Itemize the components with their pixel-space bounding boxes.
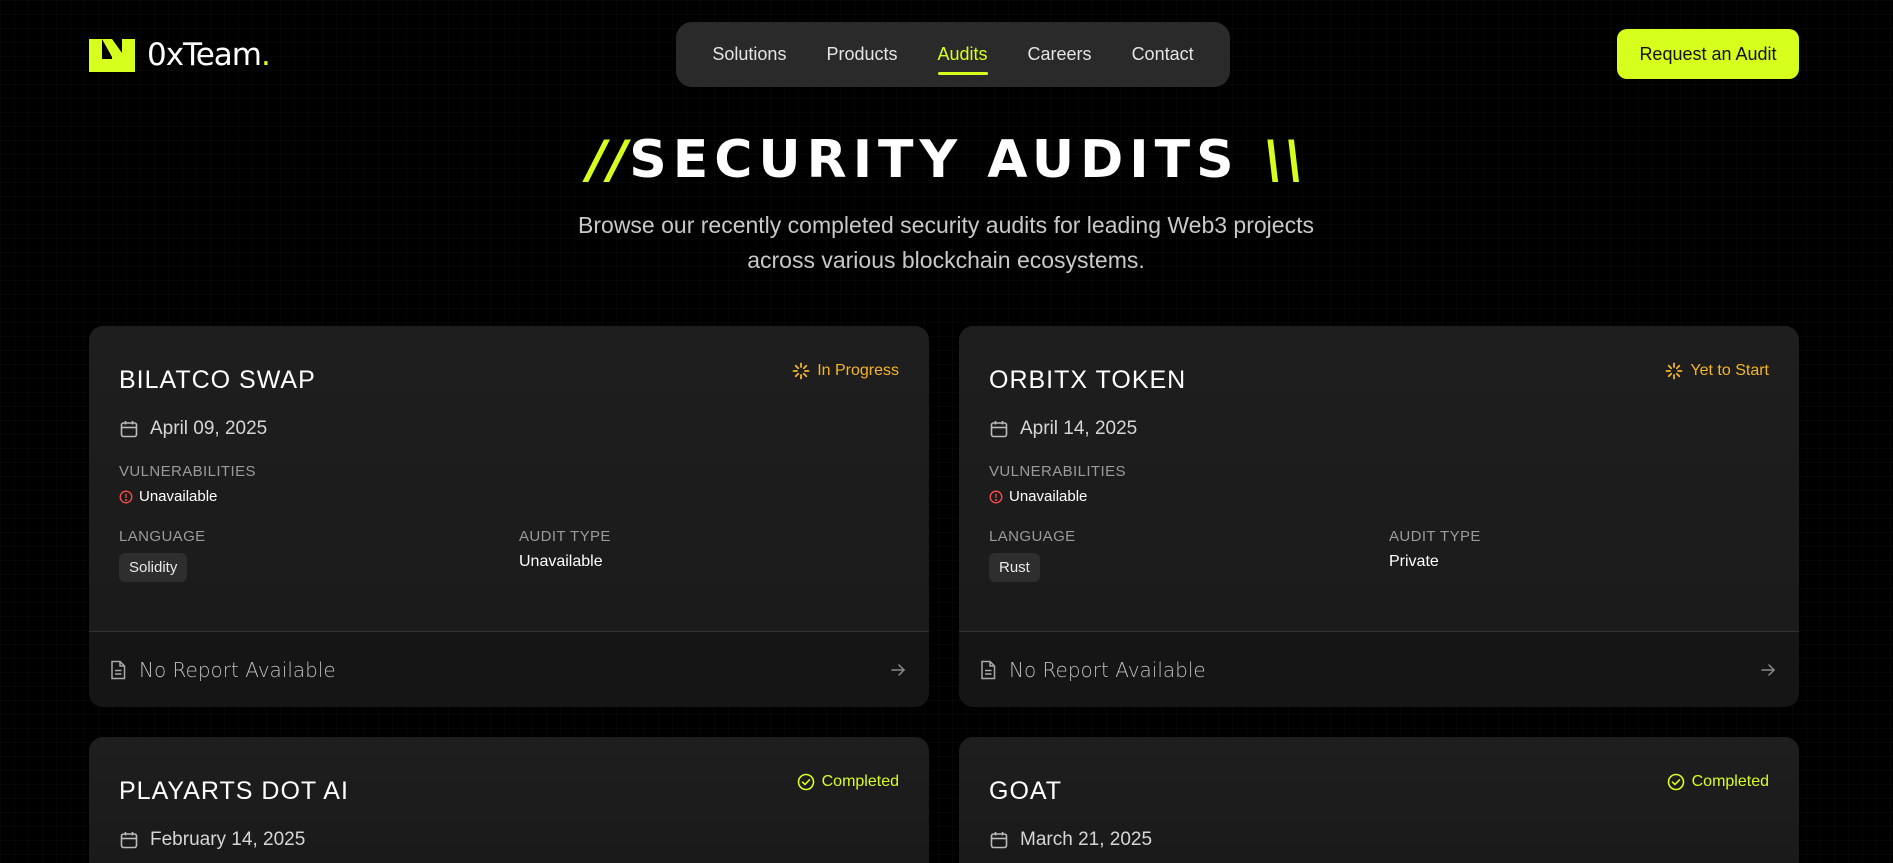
status-badge: Yet to Start (1665, 362, 1769, 380)
calendar-icon (120, 832, 138, 849)
logo-text: 0xTeam. (147, 37, 271, 73)
arrow-right-icon[interactable] (889, 661, 907, 679)
title-slash-right: \\ (1263, 130, 1306, 190)
project-name: BILATCO SWAP (119, 366, 316, 394)
project-name: ORBITX TOKEN (989, 366, 1187, 394)
calendar-icon (990, 832, 1008, 849)
document-icon (111, 660, 126, 679)
nav-item-solutions[interactable]: Solutions (712, 38, 786, 71)
report-link[interactable]: No Report Available (959, 631, 1799, 707)
language-label: LANGUAGE (119, 528, 206, 545)
audit-date: April 14, 2025 (989, 418, 1137, 440)
vulnerabilities-label: VULNERABILITIES (119, 463, 256, 480)
check-circle-icon (797, 773, 814, 791)
nav-item-careers[interactable]: Careers (1028, 38, 1092, 71)
page-subtitle: Browse our recently completed security a… (578, 212, 1314, 273)
report-link[interactable]: No Report Available (89, 631, 929, 707)
request-audit-button[interactable]: Request an Audit (1617, 29, 1799, 79)
main-menu: Solutions Products Audits Careers Contac… (676, 22, 1230, 87)
project-name: GOAT (989, 777, 1062, 805)
audit-card[interactable]: GOAT Completed March 21, 2025 (959, 737, 1799, 863)
spinner-icon (1666, 362, 1683, 380)
alert-circle-icon (989, 490, 1003, 503)
status-badge: In Progress (792, 362, 899, 380)
title-slash-left: // (587, 130, 630, 190)
audit-date: February 14, 2025 (119, 829, 305, 851)
status-badge: Completed (1667, 773, 1769, 791)
language-label: LANGUAGE (989, 528, 1076, 545)
audit-type-label: AUDIT TYPE (1389, 528, 1481, 545)
audit-type-label: AUDIT TYPE (519, 528, 611, 545)
language-chip: Solidity (119, 553, 188, 582)
arrow-right-icon[interactable] (1759, 661, 1777, 679)
document-icon (981, 660, 996, 679)
audit-type-value: Unavailable (519, 553, 603, 570)
logo-mark-icon (89, 38, 135, 72)
check-circle-icon (1667, 773, 1684, 791)
project-name: PLAYARTS DOT AI (119, 777, 349, 805)
calendar-icon (990, 421, 1008, 438)
spinner-icon (792, 362, 810, 380)
nav-item-products[interactable]: Products (826, 38, 897, 71)
vulnerabilities-label: VULNERABILITIES (989, 463, 1126, 480)
nav-item-audits[interactable]: Audits (937, 38, 988, 75)
page-title: //SECURITY AUDITS \\ (587, 130, 1306, 190)
vulnerabilities-value: Unavailable (119, 488, 217, 505)
audit-date: April 09, 2025 (119, 418, 267, 440)
top-navigation: 0xTeam. Solutions Products Audits Career… (0, 0, 1893, 110)
calendar-icon (120, 421, 138, 438)
audit-card[interactable]: ORBITX TOKEN Yet to Start April 14, 2025… (959, 326, 1799, 707)
audit-card[interactable]: PLAYARTS DOT AI Completed February 14, 2… (89, 737, 929, 863)
nav-item-contact[interactable]: Contact (1132, 38, 1194, 71)
no-report-text: No Report Available (139, 657, 336, 682)
audit-type-value: Private (1389, 553, 1439, 570)
language-chip: Rust (989, 553, 1040, 582)
status-badge: Completed (797, 773, 899, 791)
audit-card[interactable]: BILATCO SWAP In Progress April 09, 2025 … (89, 326, 929, 707)
vulnerabilities-value: Unavailable (989, 488, 1087, 505)
alert-circle-icon (119, 490, 133, 503)
logo[interactable]: 0xTeam. (89, 37, 271, 73)
no-report-text: No Report Available (1009, 657, 1206, 682)
audit-date: March 21, 2025 (989, 829, 1152, 851)
